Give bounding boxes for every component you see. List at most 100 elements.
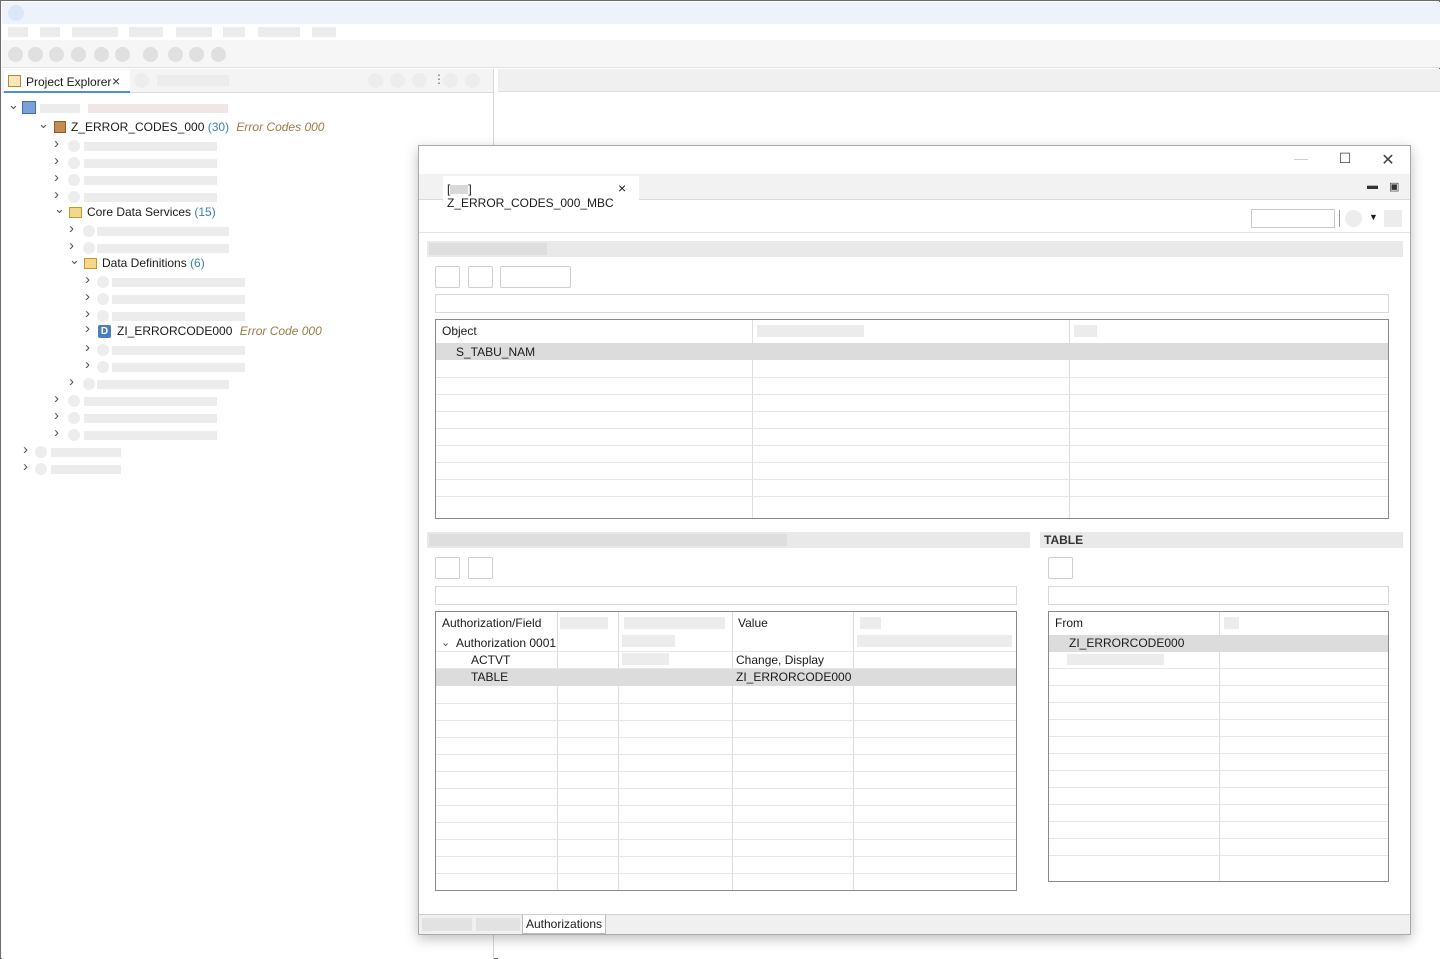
remove-authorization-button[interactable] [468,557,493,579]
view-icon[interactable] [134,73,149,88]
toolbar-button[interactable] [168,47,183,62]
page-tab[interactable] [476,918,520,931]
menu-item[interactable] [72,27,118,37]
tree-item[interactable] [54,172,224,189]
chevron-right-icon[interactable] [69,224,79,234]
tree-item[interactable] [85,342,255,359]
value-cell[interactable]: Change, Display [736,653,824,667]
object-action-button[interactable] [500,266,571,288]
toolbar-button[interactable] [115,47,130,62]
page-tab[interactable] [422,918,472,931]
close-icon[interactable]: × [618,180,626,196]
editor-search-input[interactable] [1251,209,1335,228]
menu-item[interactable] [223,27,245,37]
tree-item-ddl[interactable]: D ZI_ERRORCODE000 Error Code 000 [85,323,325,340]
table-row-selected[interactable] [436,343,1388,360]
minimize-editor-icon[interactable]: ▬ [1367,180,1378,192]
column-header-authorization-field[interactable]: Authorization/Field [436,612,557,634]
column-header[interactable] [624,617,725,629]
dropdown-arrow-icon[interactable]: ▼ [1369,212,1378,222]
chevron-right-icon[interactable] [85,309,95,319]
chevron-right-icon[interactable] [54,394,64,404]
toolbar-button[interactable] [94,47,109,62]
toolbar-button[interactable] [189,47,204,62]
view-menu-button[interactable] [412,73,427,88]
chevron-right-icon[interactable] [85,324,95,334]
chevron-down-icon[interactable] [69,255,79,265]
tree-item[interactable] [23,444,143,461]
chevron-down-icon[interactable] [38,119,48,129]
chevron-down-icon[interactable] [8,100,18,110]
tab-mbc-object[interactable]: [] Z_ERROR_CODES_000_MBC × [443,176,639,210]
minimize-view-button[interactable] [443,73,458,88]
tree-item[interactable] [54,138,224,155]
toolbar-button[interactable] [49,47,64,62]
tree-item-project[interactable] [8,100,248,117]
column-header[interactable] [560,617,608,629]
menu-item[interactable] [312,27,336,37]
chevron-right-icon[interactable] [54,428,64,438]
add-authorization-button[interactable] [435,557,460,579]
toolbar-button[interactable] [28,47,43,62]
object-filter-input[interactable] [435,294,1389,313]
editor-action-icon[interactable] [1345,210,1362,227]
menu-item[interactable] [129,27,163,37]
from-cell[interactable]: ZI_ERRORCODE000 [1069,636,1184,650]
add-object-button[interactable] [435,266,460,288]
tree-item-core-data-services[interactable]: Core Data Services (15) [54,204,254,221]
chevron-right-icon[interactable] [54,411,64,421]
chevron-right-icon[interactable] [23,445,33,455]
chevron-right-icon[interactable] [85,360,95,370]
tab-project-explorer[interactable]: Project Explorer × [4,70,130,93]
tree-item[interactable] [54,427,224,444]
tree-item[interactable] [69,223,239,240]
chevron-right-icon[interactable] [85,292,95,302]
maximize-view-button[interactable] [465,73,480,88]
tree-item[interactable] [23,461,143,478]
chevron-right-icon[interactable] [69,241,79,251]
chevron-right-icon[interactable] [54,156,64,166]
chevron-right-icon[interactable] [85,275,95,285]
tree-item-package[interactable]: Z_ERROR_CODES_000 (30) Error Codes 000 [38,119,338,136]
toolbar-button[interactable] [211,47,226,62]
view-tab[interactable] [157,75,229,86]
tree-item[interactable] [85,274,255,291]
chevron-right-icon[interactable] [54,173,64,183]
tree-item[interactable] [69,376,239,393]
chevron-down-icon[interactable] [54,204,64,214]
value-filter-input[interactable] [1048,586,1389,605]
add-value-button[interactable] [1048,557,1073,579]
editor-toolbar-button[interactable] [1384,210,1402,227]
column-header[interactable] [1074,325,1097,337]
chevron-right-icon[interactable] [54,139,64,149]
tree-item[interactable] [54,393,224,410]
tree-item-data-definitions[interactable]: Data Definitions (6) [69,255,269,272]
view-menu-button[interactable] [390,73,405,88]
maximize-button[interactable]: ☐ [1330,150,1360,170]
view-menu-button[interactable] [368,73,383,88]
column-header-object[interactable]: Object [436,320,753,342]
menu-item[interactable] [258,27,300,37]
value-cell[interactable]: ZI_ERRORCODE000 [736,670,851,684]
chevron-right-icon[interactable] [69,377,79,387]
chevron-right-icon[interactable] [23,462,33,472]
tab-authorizations[interactable]: Authorizations [522,915,607,934]
menu-item[interactable] [176,27,212,37]
tree-item[interactable] [85,291,255,308]
chevron-right-icon[interactable] [54,190,64,200]
chevron-right-icon[interactable] [85,343,95,353]
column-header-value[interactable]: Value [732,612,852,634]
toolbar-button[interactable] [71,47,86,62]
authorization-filter-input[interactable] [435,586,1017,605]
close-icon[interactable]: × [112,73,120,89]
tree-item[interactable] [85,359,255,376]
column-header[interactable] [860,617,881,629]
column-header-from[interactable]: From [1049,612,1219,634]
toolbar-button[interactable] [8,47,23,62]
maximize-editor-icon[interactable]: ▣ [1389,180,1399,193]
minimize-button[interactable]: — [1286,150,1316,170]
tree-item[interactable] [54,155,224,172]
column-header[interactable] [1224,617,1239,629]
table-row-selected[interactable] [436,669,1016,686]
toolbar-button[interactable] [143,47,158,62]
